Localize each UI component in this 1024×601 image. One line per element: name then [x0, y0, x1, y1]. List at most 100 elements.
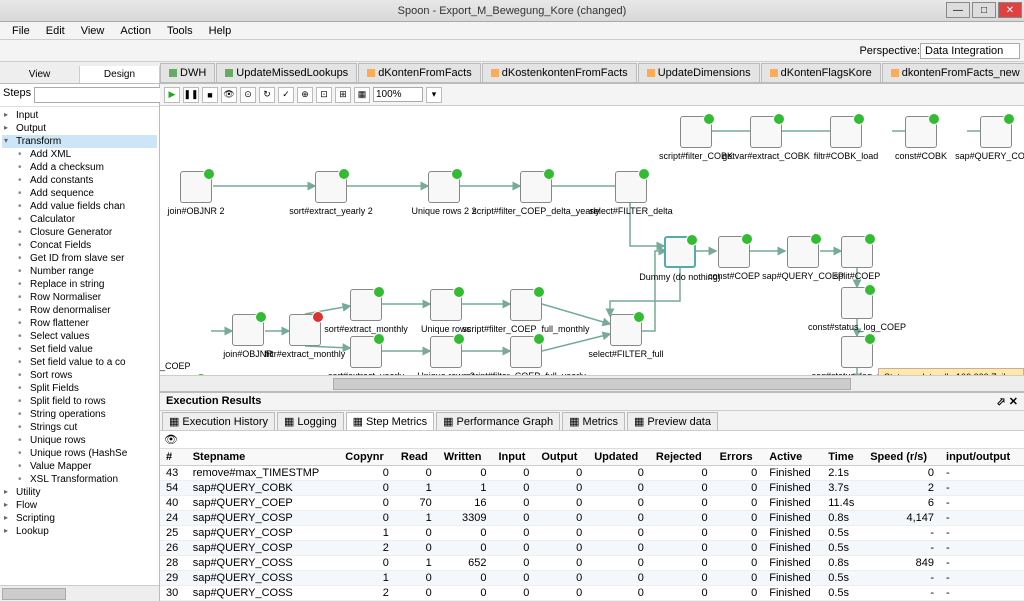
show-results-button[interactable]: ▦ — [354, 87, 370, 103]
eye-icon[interactable]: 👁 — [164, 434, 178, 446]
file-tab[interactable]: DWH — [160, 63, 215, 82]
tree-item[interactable]: Row denormaliser — [2, 304, 157, 317]
step-select-filter-full[interactable]: select#FILTER_full — [610, 314, 642, 346]
preview-button[interactable]: 👁 — [221, 87, 237, 103]
tree-root-utility[interactable]: Utility — [2, 486, 157, 499]
col-header[interactable]: # — [160, 449, 187, 466]
debug-button[interactable]: ⊙ — [240, 87, 256, 103]
close-results-icon[interactable]: ✕ — [1009, 396, 1018, 408]
tree-item[interactable]: Unique rows — [2, 434, 157, 447]
design-tab[interactable]: Design — [80, 66, 160, 83]
verify-button[interactable]: ✓ — [278, 87, 294, 103]
tree-item[interactable]: Add sequence — [2, 187, 157, 200]
col-header[interactable]: Written — [438, 449, 493, 466]
zoom-input[interactable] — [373, 87, 423, 102]
step-filter-cobk[interactable]: script#filter_COBK — [680, 116, 712, 148]
tree-root-lookup[interactable]: Lookup — [2, 525, 157, 538]
tree-root-input[interactable]: Input — [2, 109, 157, 122]
tree-root-transform[interactable]: Transform — [2, 135, 157, 148]
col-header[interactable]: Updated — [588, 449, 650, 466]
col-header[interactable]: Time — [822, 449, 864, 466]
step-unique-rows22[interactable]: Unique rows 2 2 — [428, 171, 460, 203]
menu-help[interactable]: Help — [201, 23, 240, 39]
maximize-button[interactable]: □ — [972, 2, 996, 18]
menu-edit[interactable]: Edit — [38, 23, 73, 39]
col-header[interactable]: Active — [763, 449, 822, 466]
table-row[interactable]: 26sap#QUERY_COSP20000000Finished0.5s-- — [160, 541, 1024, 556]
col-header[interactable]: Speed (r/s) — [864, 449, 940, 466]
explore-button[interactable]: ⊞ — [335, 87, 351, 103]
step-filtr-extract-monthly[interactable]: filtr#extract_monthly — [289, 314, 321, 346]
file-tab[interactable]: UpdateDimensions — [638, 63, 760, 82]
tree-item[interactable]: Select values — [2, 330, 157, 343]
step-const-cobk[interactable]: const#COBK — [905, 116, 937, 148]
results-tab[interactable]: ▦Execution History — [162, 412, 275, 430]
table-row[interactable]: 40sap#QUERY_COEP0701600000Finished11.4s6… — [160, 496, 1024, 511]
tree-item[interactable]: Strings cut — [2, 421, 157, 434]
tree-item[interactable]: Sort rows — [2, 369, 157, 382]
table-row[interactable]: 25sap#QUERY_COSP10000000Finished0.5s-- — [160, 526, 1024, 541]
col-header[interactable]: Input — [492, 449, 535, 466]
file-tab[interactable]: dKontenFlagsKore — [761, 63, 881, 82]
tree-item[interactable]: Row Normaliser — [2, 291, 157, 304]
zoom-dropdown-icon[interactable]: ▾ — [426, 87, 442, 103]
step-extract-cobk[interactable]: getvar#extract_COBK — [750, 116, 782, 148]
file-tab[interactable]: dkontenFromFacts_new — [882, 63, 1024, 82]
menu-file[interactable]: File — [4, 23, 38, 39]
tree-item[interactable]: Value Mapper — [2, 460, 157, 473]
tree-item[interactable]: Replace in string — [2, 278, 157, 291]
tree-item[interactable]: Set field value to a co — [2, 356, 157, 369]
tree-item[interactable]: String operations — [2, 408, 157, 421]
results-tab[interactable]: ▦Performance Graph — [436, 412, 560, 430]
tree-item[interactable]: Closure Generator — [2, 226, 157, 239]
canvas[interactable]: script#filter_COBK getvar#extract_COBK f… — [160, 106, 1024, 375]
step-filter-coep-delta[interactable]: script#filter_COEP_delta_yearly — [520, 171, 552, 203]
table-row[interactable]: 30sap#QUERY_COSS20000000Finished0.5s-- — [160, 586, 1024, 601]
tree-item[interactable]: Add XML — [2, 148, 157, 161]
tree-item[interactable]: Unique rows (HashSe — [2, 447, 157, 460]
step-filter-full-yearly[interactable]: script#filter_COEP_full_yearly — [510, 336, 542, 368]
results-tab[interactable]: ▦Logging — [277, 412, 344, 430]
impact-button[interactable]: ⊕ — [297, 87, 313, 103]
step-unique-rows[interactable]: Unique rows — [430, 289, 462, 321]
step-sap-query-coep[interactable]: sap#QUERY_COEP — [787, 236, 819, 268]
replay-button[interactable]: ↻ — [259, 87, 275, 103]
sql-button[interactable]: ⊡ — [316, 87, 332, 103]
step-unique-rows2[interactable]: Unique rows 2 — [430, 336, 462, 368]
step-select-filter-delta[interactable]: select#FILTER_delta — [615, 171, 647, 203]
minimize-button[interactable]: — — [946, 2, 970, 18]
perspective-input[interactable] — [920, 43, 1020, 59]
col-header[interactable]: Stepname — [187, 449, 340, 466]
steps-search-input[interactable] — [34, 87, 180, 103]
step-split-coep[interactable]: split#COEP — [841, 236, 873, 268]
tree-item[interactable]: Split field to rows — [2, 395, 157, 408]
tree-root-flow[interactable]: Flow — [2, 499, 157, 512]
step-join-objnr2[interactable]: join#OBJNR 2 — [180, 171, 212, 203]
file-tab[interactable]: dKostenkontenFromFacts — [482, 63, 637, 82]
tree-item[interactable]: Set field value — [2, 343, 157, 356]
detach-icon[interactable]: ⬀ — [997, 396, 1006, 408]
tree-item[interactable]: Add constants — [2, 174, 157, 187]
tree-root-output[interactable]: Output — [2, 122, 157, 135]
step-sort-extract-yearly[interactable]: sort#extract_yearly — [350, 336, 382, 368]
col-header[interactable]: Read — [395, 449, 438, 466]
file-tab[interactable]: dKontenFromFacts — [358, 63, 481, 82]
tree-item[interactable]: Concat Fields — [2, 239, 157, 252]
step-join-objnr[interactable]: join#OBJNR — [232, 314, 264, 346]
col-header[interactable]: input/output — [940, 449, 1024, 466]
step-dummy[interactable]: Dummy (do nothing) — [664, 236, 696, 268]
step-sort-extract-monthly[interactable]: sort#extract_monthly — [350, 289, 382, 321]
pause-button[interactable]: ❚❚ — [183, 87, 199, 103]
col-header[interactable]: Copynr — [339, 449, 395, 466]
results-tab[interactable]: ▦Preview data — [627, 412, 718, 430]
table-row[interactable]: 29sap#QUERY_COSS10000000Finished0.5s-- — [160, 571, 1024, 586]
step-seq-status-log[interactable]: seq#status_log_COEP — [841, 336, 873, 368]
tree-item[interactable]: Split Fields — [2, 382, 157, 395]
step-const-coep[interactable]: const#COEP — [718, 236, 750, 268]
results-tab[interactable]: ▦Metrics — [562, 412, 625, 430]
tree-item[interactable]: Get ID from slave ser — [2, 252, 157, 265]
run-button[interactable]: ▶ — [164, 87, 180, 103]
step-const-status-log[interactable]: const#status_log_COEP — [841, 287, 873, 319]
tree-root-scripting[interactable]: Scripting — [2, 512, 157, 525]
tree-item[interactable]: Row flattener — [2, 317, 157, 330]
